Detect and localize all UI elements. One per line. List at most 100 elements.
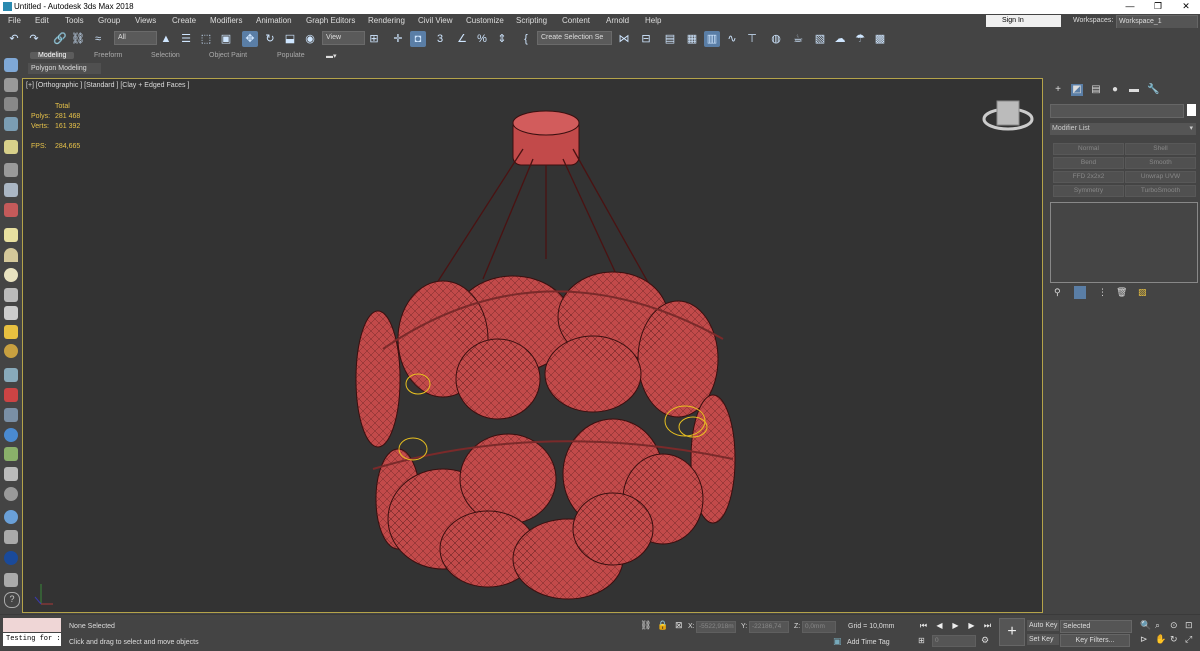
camera-icon[interactable] <box>4 163 18 177</box>
maximize-viewport-icon[interactable]: ⤢ <box>1185 634 1192 645</box>
snaps-toggle-icon[interactable]: 3 <box>432 31 448 47</box>
object-name-field[interactable] <box>1050 104 1184 118</box>
key-mode-dropdown[interactable]: Selected <box>1060 620 1132 633</box>
link-icon[interactable]: 🔗 <box>52 31 68 47</box>
modifier-smooth-button[interactable]: Smooth <box>1125 157 1196 169</box>
menu-group[interactable]: Group <box>98 16 120 25</box>
viewport-label[interactable]: [+] [Orthographic ] [Standard ] [Clay + … <box>26 82 189 89</box>
edit-named-selection-icon[interactable]: { <box>518 31 534 47</box>
menu-scripting[interactable]: Scripting <box>516 16 547 25</box>
key-filters-button[interactable]: Key Filters... <box>1060 634 1130 647</box>
menu-rendering[interactable]: Rendering <box>368 16 405 25</box>
spinner-snap-icon[interactable]: ⇕ <box>494 31 510 47</box>
utilities-tab-icon[interactable]: 🔧 <box>1147 84 1159 96</box>
render-setup-icon[interactable]: ☕ <box>790 31 806 47</box>
modifier-turbosmooth-button[interactable]: TurboSmooth <box>1125 185 1196 197</box>
rendered-frame-window-icon[interactable]: ▧ <box>812 31 828 47</box>
set-keys-icon[interactable]: + <box>999 618 1025 646</box>
space-warp-icon[interactable] <box>4 203 18 217</box>
scene-icon[interactable] <box>4 551 18 565</box>
pan-icon[interactable]: ✋ <box>1155 634 1166 645</box>
add-time-tag[interactable]: Add Time Tag <box>847 639 890 646</box>
selection-filter-dropdown[interactable]: All <box>114 31 157 45</box>
menu-file[interactable]: File <box>8 16 21 25</box>
modifier-unwrap-uvw-button[interactable]: Unwrap UVW <box>1125 171 1196 183</box>
scene-explorer-icon[interactable] <box>4 58 18 72</box>
bind-spacewarp-icon[interactable]: ≈ <box>90 31 106 47</box>
modifier-bend-button[interactable]: Bend <box>1053 157 1124 169</box>
display-icon[interactable] <box>4 78 18 92</box>
menu-graph-editors[interactable]: Graph Editors <box>306 16 355 25</box>
go-to-start-icon[interactable]: ⏮ <box>918 620 929 631</box>
make-unique-icon[interactable]: ⋮ <box>1098 287 1107 298</box>
gear-icon[interactable] <box>4 487 18 501</box>
auto-key-button[interactable]: Auto Key <box>1027 620 1059 631</box>
sun-icon[interactable] <box>4 325 18 339</box>
zoom-extents-icon[interactable]: ⊙ <box>1170 620 1178 631</box>
curve-editor-icon[interactable]: ∿ <box>724 31 740 47</box>
material-sphere-icon[interactable] <box>4 510 18 524</box>
menu-edit[interactable]: Edit <box>35 16 49 25</box>
window-crossing-icon[interactable]: ▣ <box>218 31 234 47</box>
hierarchy-icon[interactable] <box>4 117 18 131</box>
terrain-icon[interactable] <box>4 467 18 481</box>
document-icon[interactable] <box>4 573 18 587</box>
maxscript-listener-pink[interactable] <box>3 618 61 632</box>
menu-content[interactable]: Content <box>562 16 590 25</box>
reference-coordinate-dropdown[interactable]: View <box>322 31 365 45</box>
tab-selection[interactable]: Selection <box>151 52 180 59</box>
maxscript-mini-listener[interactable]: Testing for : <box>3 633 61 646</box>
orbit-icon[interactable]: ↻ <box>1170 634 1178 645</box>
unlink-icon[interactable]: ⛓ <box>70 31 86 47</box>
keyboard-shortcut-toggle-icon[interactable]: ◘ <box>410 31 426 47</box>
y-coordinate-field[interactable]: -22186,74 <box>749 621 789 633</box>
minimize-button[interactable]: — <box>1116 0 1144 14</box>
ribbon-options-icon[interactable]: ▬▾ <box>326 52 337 60</box>
list-icon[interactable] <box>4 97 18 111</box>
polygon-modeling-panel[interactable]: Polygon Modeling <box>28 63 101 74</box>
ribbon-toggle-icon[interactable]: ▥ <box>704 31 720 47</box>
tab-populate[interactable]: Populate <box>277 52 305 59</box>
redo-icon[interactable]: ↷ <box>26 31 42 47</box>
undo-icon[interactable]: ↶ <box>6 31 22 47</box>
render-production-icon[interactable]: ☁ <box>832 31 848 47</box>
angle-snap-icon[interactable]: ∠ <box>454 31 470 47</box>
tab-modeling[interactable]: Modeling <box>30 52 75 59</box>
modifier-stack[interactable] <box>1050 202 1198 283</box>
cylinder-icon[interactable] <box>4 288 18 302</box>
modifier-ffd-button[interactable]: FFD 2x2x2 <box>1053 171 1124 183</box>
globe-icon[interactable] <box>4 428 18 442</box>
absolute-mode-icon[interactable]: ⊠ <box>675 620 683 631</box>
helper-icon[interactable] <box>4 183 18 197</box>
current-frame-field[interactable]: 0 <box>932 635 976 647</box>
schematic-view-icon[interactable]: ⊤ <box>744 31 760 47</box>
material-editor-icon[interactable]: ◍ <box>768 31 784 47</box>
modifier-normal-button[interactable]: Normal <box>1053 143 1124 155</box>
cone-icon[interactable] <box>4 306 18 320</box>
torus-icon[interactable] <box>4 344 18 358</box>
percent-snap-icon[interactable]: % <box>474 31 490 47</box>
zoom-icon[interactable]: 🔍 <box>1140 620 1151 631</box>
configure-modifier-sets-icon[interactable]: ▨ <box>1138 287 1147 298</box>
menu-help[interactable]: Help <box>645 16 661 25</box>
zoom-extents-all-icon[interactable]: ⊡ <box>1185 620 1193 631</box>
modifier-symmetry-button[interactable]: Symmetry <box>1053 185 1124 197</box>
show-end-result-icon[interactable] <box>1074 286 1086 299</box>
select-manipulate-icon[interactable]: ✛ <box>390 31 406 47</box>
sphere-icon[interactable] <box>4 268 18 282</box>
mirror-icon[interactable]: ⋈ <box>616 31 632 47</box>
select-by-name-icon[interactable]: ☰ <box>178 31 194 47</box>
select-and-rotate-icon[interactable]: ↻ <box>262 31 278 47</box>
pivot-center-icon[interactable]: ⊞ <box>366 31 382 47</box>
time-tag-icon[interactable]: ▣ <box>833 636 842 647</box>
menu-modifiers[interactable]: Modifiers <box>210 16 242 25</box>
menu-tools[interactable]: Tools <box>65 16 84 25</box>
tab-object-paint[interactable]: Object Paint <box>209 52 247 59</box>
tool-icon[interactable] <box>4 388 18 402</box>
remove-modifier-icon[interactable]: 🗑 <box>1116 287 1127 298</box>
menu-animation[interactable]: Animation <box>256 16 292 25</box>
tab-freeform[interactable]: Freeform <box>94 52 122 59</box>
scene-explorer-icon[interactable]: ▤ <box>662 31 678 47</box>
modifier-list-dropdown[interactable]: Modifier List ▾ <box>1050 123 1196 135</box>
select-and-scale-icon[interactable]: ⬓ <box>282 31 298 47</box>
